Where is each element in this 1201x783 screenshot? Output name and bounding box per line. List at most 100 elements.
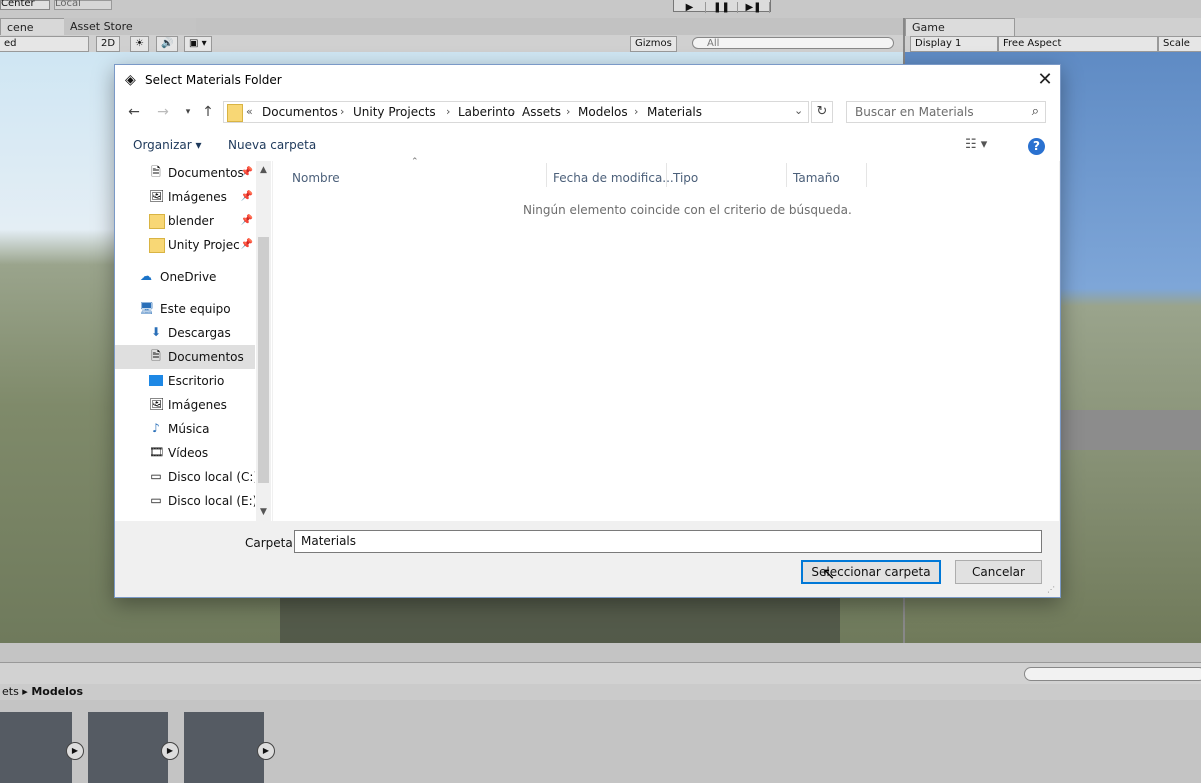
column-header-type[interactable]: Tipo <box>673 171 698 185</box>
address-segment[interactable]: Assets <box>522 105 561 119</box>
pin-icon[interactable]: 📌 <box>241 161 253 185</box>
nav-scrollbar-thumb[interactable] <box>258 237 269 483</box>
nav-item-musica[interactable]: ♪ Música <box>115 417 255 441</box>
column-header-size[interactable]: Tamaño <box>793 171 840 185</box>
scroll-down-icon[interactable]: ▼ <box>256 505 271 520</box>
lighting-toggle-icon[interactable]: ☀ <box>130 36 149 52</box>
chevron-down-icon[interactable]: ⌄ <box>794 104 803 117</box>
breadcrumb-current[interactable]: Modelos <box>31 685 83 698</box>
pictures-icon: 🖼 <box>149 397 165 411</box>
nav-item-label: Música <box>168 422 210 436</box>
address-overflow[interactable]: « <box>246 105 253 118</box>
pivot-local-button[interactable]: Local <box>54 0 112 10</box>
scale-label: Scale <box>1158 36 1201 52</box>
back-arrow-icon[interactable]: ← <box>123 101 145 123</box>
play-icon[interactable]: ▶ <box>66 742 84 760</box>
folder-icon <box>149 238 165 253</box>
nav-item-escritorio[interactable]: Escritorio <box>115 369 255 393</box>
asset-thumbnail[interactable] <box>184 712 264 783</box>
column-divider[interactable] <box>786 163 787 187</box>
forward-arrow-icon[interactable]: → <box>152 101 174 123</box>
view-options-icon[interactable]: ☷ ▾ <box>965 137 987 152</box>
column-divider[interactable] <box>666 163 667 187</box>
nav-item-videos[interactable]: 🎞 Vídeos <box>115 441 255 465</box>
address-segment[interactable]: Documentos <box>262 105 338 119</box>
aspect-dropdown[interactable]: Free Aspect <box>998 36 1158 52</box>
search-input[interactable]: Buscar en Materials ⌕ <box>846 101 1046 123</box>
scroll-up-icon[interactable]: ▲ <box>256 163 271 178</box>
column-divider[interactable] <box>866 163 867 187</box>
nav-item-imagenes-pinned[interactable]: 🖼 Imágenes 📌 <box>115 185 255 209</box>
address-segment[interactable]: Modelos <box>578 105 628 119</box>
pin-icon[interactable]: 📌 <box>241 233 253 257</box>
effects-toggle-icon[interactable]: ▣ ▾ <box>184 36 212 52</box>
navigation-pane: 🗎 Documentos 📌 🖼 Imágenes 📌 blender 📌 Un… <box>115 161 272 521</box>
search-icon[interactable]: ⌕ <box>1032 104 1039 119</box>
mode-2d-toggle[interactable]: 2D <box>96 36 121 52</box>
up-arrow-icon[interactable]: ↑ <box>197 101 219 123</box>
resize-grip-icon[interactable]: ⋰ <box>1047 585 1055 594</box>
select-folder-dialog: ◈ Select Materials Folder ✕ ← → ▾ ↑ « Do… <box>114 64 1061 598</box>
folder-name-input[interactable]: Materials <box>294 530 1042 553</box>
folder-label: Carpeta: <box>245 536 297 550</box>
address-bar[interactable]: « Documentos › Unity Projects › Laberint… <box>223 101 809 123</box>
new-folder-button[interactable]: Nueva carpeta <box>228 138 316 152</box>
nav-item-descargas[interactable]: ⬇ Descargas <box>115 321 255 345</box>
nav-item-disco-c[interactable]: ▭ Disco local (C:) <box>115 465 255 489</box>
tab-scene[interactable]: cene <box>0 18 66 36</box>
address-segment[interactable]: Materials <box>647 105 702 119</box>
audio-toggle-icon[interactable]: 🔊 <box>156 36 179 52</box>
tab-asset-store[interactable]: Asset Store <box>64 18 196 35</box>
document-icon: 🗎 <box>151 165 161 179</box>
dialog-titlebar: ◈ Select Materials Folder ✕ <box>115 65 1060 95</box>
asset-thumbnail[interactable] <box>0 712 72 783</box>
scene-search-input[interactable]: All <box>692 37 894 49</box>
close-icon[interactable]: ✕ <box>1033 68 1057 92</box>
nav-item-disco-e[interactable]: ▭ Disco local (E:) <box>115 489 255 513</box>
address-segment[interactable]: Laberinto <box>458 105 515 119</box>
cancel-button[interactable]: Cancelar <box>955 560 1042 584</box>
nav-item-onedrive[interactable]: ☁ OneDrive <box>115 265 255 289</box>
nav-item-imagenes[interactable]: 🖼 Imágenes <box>115 393 255 417</box>
address-segment[interactable]: Unity Projects <box>353 105 436 119</box>
play-icon[interactable]: ▶ <box>257 742 275 760</box>
asset-thumbnail[interactable] <box>88 712 168 783</box>
pin-icon[interactable]: 📌 <box>241 209 253 233</box>
project-search-input[interactable] <box>1024 667 1201 681</box>
pivot-center-button[interactable]: Center <box>0 0 50 10</box>
breadcrumb-parent[interactable]: ets <box>2 685 19 698</box>
chevron-right-icon[interactable]: › <box>566 105 570 118</box>
recent-locations-icon[interactable]: ▾ <box>177 101 199 123</box>
display-dropdown[interactable]: Display 1 <box>910 36 998 52</box>
tab-game[interactable]: Game <box>905 18 1015 36</box>
refresh-icon[interactable]: ↻ <box>811 101 833 123</box>
nav-item-unity-projects[interactable]: Unity Projects 📌 <box>115 233 255 257</box>
search-placeholder: Buscar en Materials <box>855 105 974 119</box>
pin-icon[interactable]: 📌 <box>241 185 253 209</box>
nav-item-label: Documentos <box>168 350 244 364</box>
shading-mode-dropdown[interactable]: ed <box>0 36 89 52</box>
nav-item-documentos-pinned[interactable]: 🗎 Documentos 📌 <box>115 161 255 185</box>
nav-item-documentos[interactable]: 🗎 Documentos <box>115 345 255 369</box>
pictures-icon: 🖼 <box>149 189 165 203</box>
pause-icon[interactable]: ❚❚ <box>706 2 738 13</box>
column-divider[interactable] <box>546 163 547 187</box>
unity-top-bar <box>0 0 1201 18</box>
column-header-date[interactable]: Fecha de modifica... <box>553 171 674 185</box>
step-icon[interactable]: ▶❚ <box>738 2 770 13</box>
cloud-icon: ☁ <box>140 269 152 283</box>
chevron-right-icon[interactable]: › <box>340 105 344 118</box>
nav-item-este-equipo[interactable]: 🖥 Este equipo <box>115 297 255 321</box>
play-icon[interactable]: ▶ <box>161 742 179 760</box>
gizmos-dropdown[interactable]: Gizmos <box>630 36 677 52</box>
play-icon[interactable]: ▶ <box>674 2 706 13</box>
nav-item-label: Escritorio <box>168 374 225 388</box>
column-header-name[interactable]: Nombre <box>292 171 340 185</box>
project-breadcrumb: ets ▸ Modelos <box>0 684 1201 700</box>
organize-menu[interactable]: Organizar ▾ <box>133 138 202 152</box>
nav-item-blender[interactable]: blender 📌 <box>115 209 255 233</box>
help-icon[interactable]: ? <box>1028 138 1045 155</box>
chevron-right-icon[interactable]: › <box>446 105 450 118</box>
chevron-right-icon[interactable]: › <box>511 105 515 118</box>
chevron-right-icon[interactable]: › <box>634 105 638 118</box>
